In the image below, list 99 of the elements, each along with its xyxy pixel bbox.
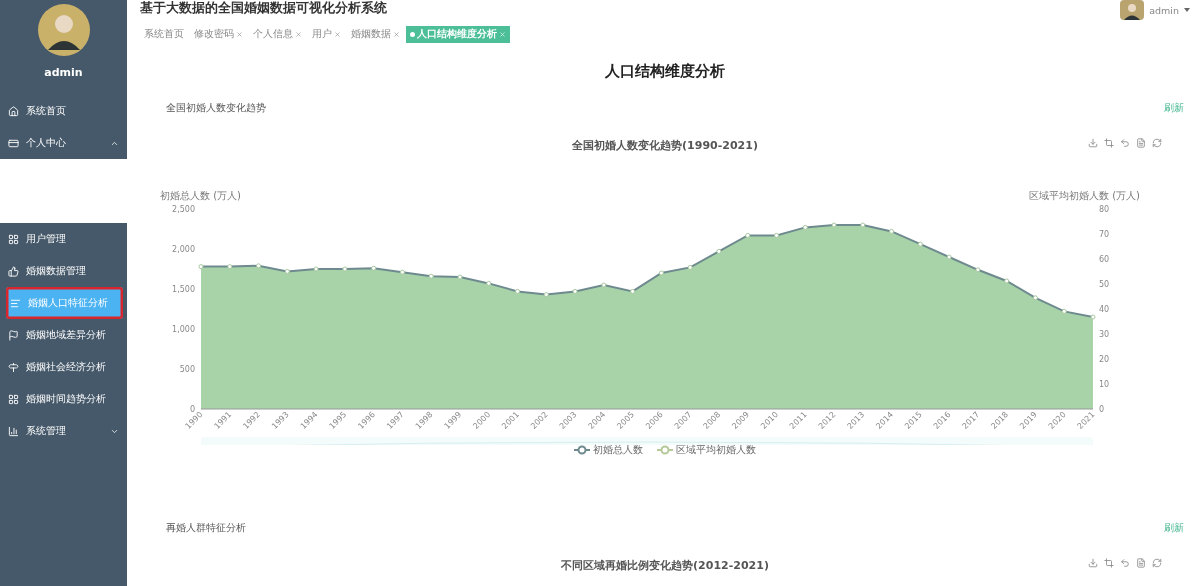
- tab[interactable]: 用户: [308, 25, 345, 43]
- thumbs-up-icon: [8, 265, 19, 277]
- bar-chart-icon: [8, 425, 19, 437]
- axis-tick-label: 60: [1099, 255, 1110, 264]
- data-point: [227, 264, 233, 270]
- axis-tick-label: 0: [189, 405, 195, 414]
- download-icon[interactable]: [1088, 558, 1098, 568]
- data-point: [543, 292, 549, 298]
- data-point: [860, 222, 866, 228]
- zoom-slider[interactable]: [200, 437, 1094, 445]
- section-heading: 再婚人群特征分析: [166, 521, 246, 535]
- axis-title: 初婚总人数 (万人): [160, 190, 241, 201]
- axis-tick-label: 80: [1099, 205, 1110, 214]
- card-icon: [8, 137, 19, 149]
- tab[interactable]: 修改密码: [190, 25, 247, 43]
- caret-icon: [1184, 8, 1190, 12]
- axis-tick-label: 1,500: [172, 285, 195, 294]
- menu-item[interactable]: 系统管理: [0, 415, 127, 447]
- undo-icon[interactable]: [1120, 138, 1130, 148]
- close-icon[interactable]: [334, 30, 341, 38]
- data-point: [1004, 278, 1010, 284]
- data-point: [1090, 314, 1096, 320]
- grid-icon: [8, 393, 19, 405]
- data-point: [428, 273, 434, 279]
- menu-item[interactable]: 婚姻地域差异分析: [0, 319, 127, 351]
- menu-item[interactable]: 婚姻时间趋势分析: [0, 383, 127, 415]
- menu-item[interactable]: 系统首页: [0, 95, 127, 127]
- axis-tick-label: 0: [1099, 405, 1105, 414]
- tab[interactable]: 个人信息: [249, 25, 306, 43]
- crop-icon[interactable]: [1104, 138, 1114, 148]
- data-point: [975, 267, 981, 273]
- axis-tick-label: 1,000: [172, 325, 195, 334]
- data-point: [630, 288, 636, 294]
- signpost-icon: [8, 361, 19, 373]
- crop-icon[interactable]: [1104, 558, 1114, 568]
- axis-tick-label: 500: [179, 365, 195, 374]
- data-point: [284, 268, 290, 274]
- data-point: [831, 222, 837, 228]
- document-icon[interactable]: [1136, 558, 1146, 568]
- legend-label[interactable]: 初婚总人数: [593, 443, 643, 457]
- data-point: [802, 224, 808, 230]
- data-point: [515, 288, 520, 294]
- data-point: [342, 266, 348, 272]
- axis-tick-label: 10: [1099, 380, 1110, 389]
- axis-tick-label: 2,500: [172, 205, 195, 214]
- document-icon[interactable]: [1136, 138, 1146, 148]
- axis-tick-label: 30: [1099, 330, 1110, 339]
- data-point: [457, 274, 463, 280]
- close-icon[interactable]: [236, 30, 243, 38]
- tab[interactable]: 婚姻数据: [347, 25, 404, 43]
- flag-icon: [8, 329, 19, 341]
- data-point: [601, 282, 607, 288]
- app-title: 基于大数据的全国婚姻数据可视化分析系统: [140, 0, 387, 17]
- download-icon[interactable]: [1088, 138, 1098, 148]
- list-icon: [10, 297, 21, 309]
- home-icon: [8, 105, 19, 117]
- axis-tick-label: 40: [1099, 305, 1110, 314]
- section-heading: 全国初婚人数变化趋势: [166, 101, 266, 115]
- data-point: [658, 270, 664, 276]
- data-point: [1061, 308, 1067, 314]
- menu-item[interactable]: 婚姻社会经济分析: [0, 351, 127, 383]
- user-name: admin: [44, 66, 83, 79]
- undo-icon[interactable]: [1120, 558, 1130, 568]
- menu-item[interactable]: 婚姻数据管理: [0, 255, 127, 287]
- axis-tick-label: 2,000: [172, 245, 195, 254]
- chart-title: 不同区域再婚比例变化趋势(2012-2021): [561, 557, 769, 573]
- close-icon[interactable]: [393, 30, 400, 38]
- axis-title: 区域平均初婚人数 (万人): [1029, 190, 1140, 201]
- data-point: [946, 254, 952, 260]
- user-name[interactable]: admin: [1149, 4, 1179, 16]
- data-point: [889, 228, 895, 234]
- avatar: [37, 4, 90, 56]
- data-point: [198, 264, 204, 270]
- menu-item[interactable]: 个人中心: [0, 127, 127, 159]
- close-icon[interactable]: [295, 30, 302, 38]
- data-point: [716, 248, 722, 254]
- tab[interactable]: 系统首页: [140, 25, 188, 43]
- data-point: [774, 232, 779, 238]
- data-point: [313, 266, 319, 272]
- data-point: [1032, 295, 1038, 301]
- menu-item[interactable]: 用户管理: [0, 223, 127, 255]
- axis-tick-label: 50: [1099, 280, 1110, 289]
- chart-title: 全国初婚人数变化趋势(1990-2021): [572, 137, 758, 153]
- data-point: [486, 280, 492, 286]
- legend-label[interactable]: 区域平均初婚人数: [676, 443, 756, 457]
- grid-icon: [8, 233, 19, 245]
- data-point: [256, 263, 262, 269]
- data-point: [745, 232, 751, 238]
- avatar: [1120, 0, 1145, 20]
- data-point: [371, 265, 377, 271]
- data-point: [687, 264, 693, 270]
- axis-tick-label: 70: [1099, 230, 1110, 239]
- axis-tick-label: 20: [1099, 355, 1110, 364]
- refresh-icon[interactable]: [1152, 138, 1162, 148]
- data-point: [917, 241, 923, 247]
- data-point: [572, 288, 578, 294]
- refresh-icon[interactable]: [1152, 558, 1162, 568]
- data-point: [399, 269, 405, 275]
- page-title: 人口结构维度分析: [604, 62, 726, 81]
